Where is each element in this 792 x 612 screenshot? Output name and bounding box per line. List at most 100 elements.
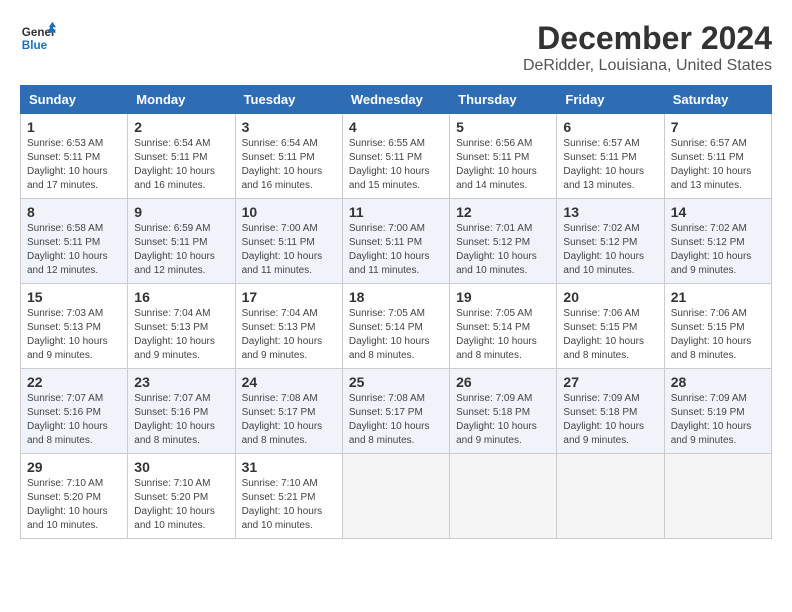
- day-info: Sunrise: 7:10 AM Sunset: 5:20 PM Dayligh…: [27, 477, 121, 533]
- day-info: Sunrise: 7:02 AM Sunset: 5:12 PM Dayligh…: [671, 222, 765, 278]
- calendar-cell: 16 Sunrise: 7:04 AM Sunset: 5:13 PM Dayli…: [128, 284, 235, 369]
- calendar-week-row: 22Sunrise: 7:07 AM Sunset: 5:16 PM Dayli…: [21, 369, 772, 454]
- day-number: 26: [456, 374, 550, 390]
- day-number: 8: [27, 204, 121, 220]
- calendar-cell: 3 Sunrise: 6:54 AM Sunset: 5:11 PM Daylig…: [235, 114, 342, 199]
- calendar-table: SundayMondayTuesdayWednesdayThursdayFrid…: [20, 85, 772, 539]
- calendar-cell: 11 Sunrise: 7:00 AM Sunset: 5:11 PM Dayli…: [342, 199, 449, 284]
- day-number: 14: [671, 204, 765, 220]
- day-number: 23: [134, 374, 228, 390]
- calendar-cell: 7 Sunrise: 6:57 AM Sunset: 5:11 PM Daylig…: [664, 114, 771, 199]
- weekday-header-saturday: Saturday: [664, 86, 771, 114]
- calendar-week-row: 15 Sunrise: 7:03 AM Sunset: 5:13 PM Dayli…: [21, 284, 772, 369]
- day-number: 2: [134, 119, 228, 135]
- day-info: Sunrise: 7:03 AM Sunset: 5:13 PM Dayligh…: [27, 307, 121, 363]
- logo-icon: General Blue: [20, 20, 56, 56]
- calendar-cell: [450, 454, 557, 539]
- day-info: Sunrise: 7:04 AM Sunset: 5:13 PM Dayligh…: [242, 307, 336, 363]
- calendar-cell: 25 Sunrise: 7:08 AM Sunset: 5:17 PM Dayli…: [342, 369, 449, 454]
- calendar-cell: 8 Sunrise: 6:58 AM Sunset: 5:11 PM Daylig…: [21, 199, 128, 284]
- weekday-header-monday: Monday: [128, 86, 235, 114]
- weekday-header-friday: Friday: [557, 86, 664, 114]
- calendar-cell: 9 Sunrise: 6:59 AM Sunset: 5:11 PM Daylig…: [128, 199, 235, 284]
- calendar-cell: 26 Sunrise: 7:09 AM Sunset: 5:18 PM Dayli…: [450, 369, 557, 454]
- day-number: 1: [27, 119, 121, 135]
- weekday-header-tuesday: Tuesday: [235, 86, 342, 114]
- day-number: 17: [242, 289, 336, 305]
- calendar-cell: 30 Sunrise: 7:10 AM Sunset: 5:20 PM Dayli…: [128, 454, 235, 539]
- day-number: 6: [563, 119, 657, 135]
- weekday-header-thursday: Thursday: [450, 86, 557, 114]
- day-number: 28: [671, 374, 765, 390]
- day-number: 10: [242, 204, 336, 220]
- calendar-week-row: 1 Sunrise: 6:53 AM Sunset: 5:11 PM Daylig…: [21, 114, 772, 199]
- day-number: 29: [27, 459, 121, 475]
- day-info: Sunrise: 6:58 AM Sunset: 5:11 PM Dayligh…: [27, 222, 121, 278]
- title-section: December 2024 DeRidder, Louisiana, Unite…: [523, 20, 772, 75]
- day-number: 16: [134, 289, 228, 305]
- day-number: 31: [242, 459, 336, 475]
- weekday-header-row: SundayMondayTuesdayWednesdayThursdayFrid…: [21, 86, 772, 114]
- main-title: December 2024: [523, 20, 772, 57]
- day-number: 25: [349, 374, 443, 390]
- day-number: 27: [563, 374, 657, 390]
- weekday-header-wednesday: Wednesday: [342, 86, 449, 114]
- calendar-cell: 17 Sunrise: 7:04 AM Sunset: 5:13 PM Dayli…: [235, 284, 342, 369]
- calendar-cell: 22Sunrise: 7:07 AM Sunset: 5:16 PM Dayli…: [21, 369, 128, 454]
- calendar-cell: [557, 454, 664, 539]
- calendar-cell: 6 Sunrise: 6:57 AM Sunset: 5:11 PM Daylig…: [557, 114, 664, 199]
- calendar-cell: 20Sunrise: 7:06 AM Sunset: 5:15 PM Dayli…: [557, 284, 664, 369]
- day-info: Sunrise: 6:57 AM Sunset: 5:11 PM Dayligh…: [671, 137, 765, 193]
- day-info: Sunrise: 7:06 AM Sunset: 5:15 PM Dayligh…: [671, 307, 765, 363]
- day-number: 11: [349, 204, 443, 220]
- calendar-cell: 2 Sunrise: 6:54 AM Sunset: 5:11 PM Daylig…: [128, 114, 235, 199]
- day-number: 19: [456, 289, 550, 305]
- day-info: Sunrise: 6:54 AM Sunset: 5:11 PM Dayligh…: [134, 137, 228, 193]
- day-number: 30: [134, 459, 228, 475]
- day-number: 24: [242, 374, 336, 390]
- day-number: 21: [671, 289, 765, 305]
- day-info: Sunrise: 6:59 AM Sunset: 5:11 PM Dayligh…: [134, 222, 228, 278]
- day-info: Sunrise: 7:07 AM Sunset: 5:16 PM Dayligh…: [134, 392, 228, 448]
- day-info: Sunrise: 7:02 AM Sunset: 5:12 PM Dayligh…: [563, 222, 657, 278]
- day-info: Sunrise: 6:57 AM Sunset: 5:11 PM Dayligh…: [563, 137, 657, 193]
- day-info: Sunrise: 7:09 AM Sunset: 5:19 PM Dayligh…: [671, 392, 765, 448]
- calendar-week-row: 29 Sunrise: 7:10 AM Sunset: 5:20 PM Dayli…: [21, 454, 772, 539]
- day-info: Sunrise: 7:09 AM Sunset: 5:18 PM Dayligh…: [456, 392, 550, 448]
- calendar-cell: [342, 454, 449, 539]
- day-number: 3: [242, 119, 336, 135]
- calendar-cell: 21 Sunrise: 7:06 AM Sunset: 5:15 PM Dayli…: [664, 284, 771, 369]
- day-info: Sunrise: 7:10 AM Sunset: 5:20 PM Dayligh…: [134, 477, 228, 533]
- calendar-cell: 18Sunrise: 7:05 AM Sunset: 5:14 PM Dayli…: [342, 284, 449, 369]
- day-number: 4: [349, 119, 443, 135]
- calendar-cell: 12Sunrise: 7:01 AM Sunset: 5:12 PM Dayli…: [450, 199, 557, 284]
- day-number: 12: [456, 204, 550, 220]
- day-info: Sunrise: 7:04 AM Sunset: 5:13 PM Dayligh…: [134, 307, 228, 363]
- day-info: Sunrise: 7:08 AM Sunset: 5:17 PM Dayligh…: [349, 392, 443, 448]
- calendar-cell: 31 Sunrise: 7:10 AM Sunset: 5:21 PM Dayli…: [235, 454, 342, 539]
- weekday-header-sunday: Sunday: [21, 86, 128, 114]
- day-info: Sunrise: 7:10 AM Sunset: 5:21 PM Dayligh…: [242, 477, 336, 533]
- logo: General Blue: [20, 20, 56, 56]
- day-number: 9: [134, 204, 228, 220]
- day-info: Sunrise: 6:53 AM Sunset: 5:11 PM Dayligh…: [27, 137, 121, 193]
- day-number: 7: [671, 119, 765, 135]
- calendar-cell: 5Sunrise: 6:56 AM Sunset: 5:11 PM Daylig…: [450, 114, 557, 199]
- day-info: Sunrise: 6:54 AM Sunset: 5:11 PM Dayligh…: [242, 137, 336, 193]
- page-header: General Blue December 2024 DeRidder, Lou…: [20, 20, 772, 75]
- day-info: Sunrise: 7:05 AM Sunset: 5:14 PM Dayligh…: [456, 307, 550, 363]
- calendar-cell: [664, 454, 771, 539]
- calendar-cell: 28 Sunrise: 7:09 AM Sunset: 5:19 PM Dayli…: [664, 369, 771, 454]
- day-info: Sunrise: 6:55 AM Sunset: 5:11 PM Dayligh…: [349, 137, 443, 193]
- day-info: Sunrise: 7:00 AM Sunset: 5:11 PM Dayligh…: [242, 222, 336, 278]
- day-number: 15: [27, 289, 121, 305]
- day-info: Sunrise: 7:09 AM Sunset: 5:18 PM Dayligh…: [563, 392, 657, 448]
- day-number: 5: [456, 119, 550, 135]
- calendar-cell: 4 Sunrise: 6:55 AM Sunset: 5:11 PM Daylig…: [342, 114, 449, 199]
- calendar-cell: 13 Sunrise: 7:02 AM Sunset: 5:12 PM Dayli…: [557, 199, 664, 284]
- day-info: Sunrise: 7:05 AM Sunset: 5:14 PM Dayligh…: [349, 307, 443, 363]
- calendar-cell: 10 Sunrise: 7:00 AM Sunset: 5:11 PM Dayli…: [235, 199, 342, 284]
- day-number: 13: [563, 204, 657, 220]
- day-info: Sunrise: 7:00 AM Sunset: 5:11 PM Dayligh…: [349, 222, 443, 278]
- calendar-cell: 27 Sunrise: 7:09 AM Sunset: 5:18 PM Dayli…: [557, 369, 664, 454]
